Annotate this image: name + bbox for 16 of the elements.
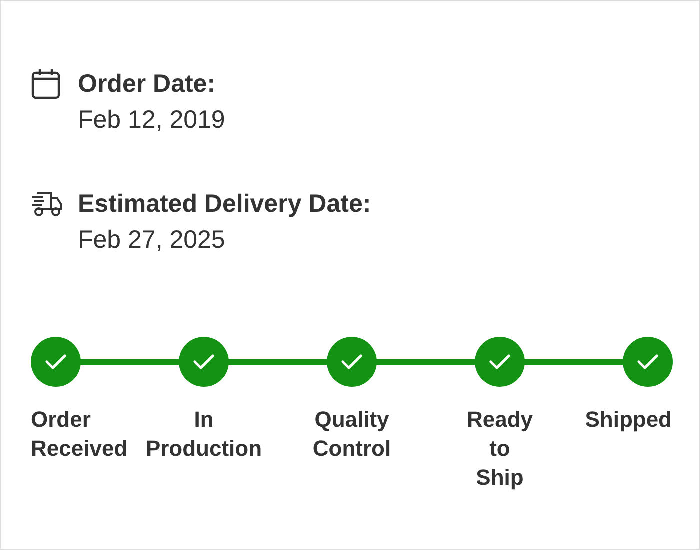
step-label: In Production <box>146 406 262 463</box>
calendar-icon <box>31 68 61 100</box>
check-icon <box>637 354 659 370</box>
check-icon <box>45 354 67 370</box>
step-label: Shipped <box>585 406 673 434</box>
detail-value: Feb 12, 2019 <box>78 105 226 136</box>
truck-icon <box>31 190 63 218</box>
detail-label: Order Date: <box>78 69 217 100</box>
check-icon <box>489 354 511 370</box>
check-icon <box>341 354 363 370</box>
step-label: Quality Control <box>312 406 392 463</box>
check-icon <box>193 354 215 370</box>
detail-label: Estimated Delivery Date: <box>78 189 372 220</box>
detail-value: Feb 27, 2025 <box>78 225 226 256</box>
step-label: Order Received <box>30 406 128 463</box>
step-label: Ready to Ship <box>466 406 534 492</box>
